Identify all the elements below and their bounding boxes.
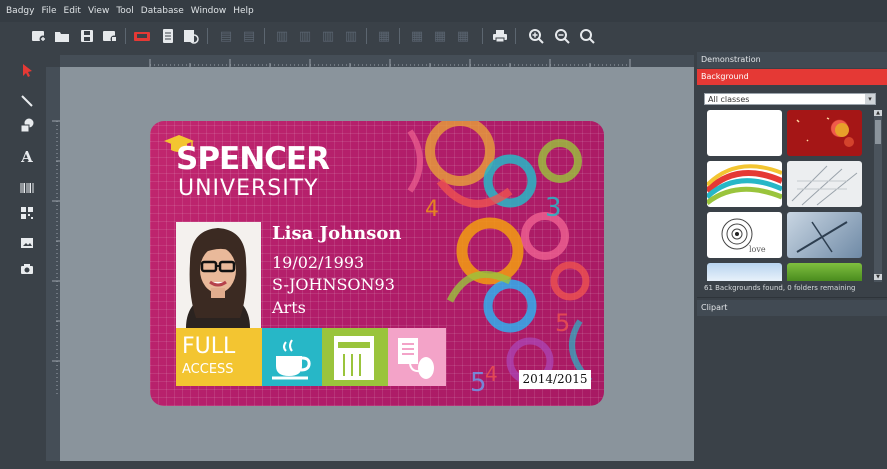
coffee-cup-icon: [272, 339, 311, 380]
send-back-icon[interactable]: ▦: [431, 27, 449, 45]
save-icon[interactable]: [78, 27, 96, 45]
access-tile-text-full: FULL: [182, 334, 236, 359]
scroll-down-icon[interactable]: ▼: [874, 274, 882, 280]
align-middle-icon[interactable]: ▥: [296, 27, 314, 45]
background-thumbnail[interactable]: [787, 263, 862, 281]
new-card-icon[interactable]: [30, 27, 48, 45]
svg-text:5: 5: [555, 309, 570, 337]
zoom-in-icon[interactable]: [527, 27, 545, 45]
background-thumbnail[interactable]: love: [707, 212, 782, 258]
access-tile-copier: [322, 328, 388, 386]
background-thumbnail[interactable]: [787, 161, 862, 207]
print-icon[interactable]: [491, 27, 509, 45]
align-top-icon[interactable]: ▥: [273, 27, 291, 45]
menu-help[interactable]: Help: [233, 6, 254, 16]
align-right-icon[interactable]: ▤: [240, 27, 258, 45]
menu-view[interactable]: View: [88, 6, 109, 16]
barcode-icon[interactable]: [16, 178, 38, 198]
panel-header-demonstration[interactable]: Demonstration: [697, 52, 887, 68]
vertical-ruler[interactable]: [46, 67, 60, 461]
main-toolbar: ▤ ▤ ▥ ▥ ▥ ▥ ▦ ▦ ▦ ▦: [0, 22, 697, 50]
database-icon[interactable]: [182, 27, 200, 45]
chevron-down-icon[interactable]: ▾: [865, 94, 875, 104]
cardholder-dob: 19/02/1993: [272, 253, 365, 272]
access-tile-full: FULL ACCESS: [176, 328, 262, 386]
cardholder-faculty: Arts: [272, 298, 306, 317]
panel-header-background[interactable]: Background: [697, 69, 887, 85]
panel-header-clipart[interactable]: Clipart: [697, 300, 887, 316]
align-bottom-icon[interactable]: ▥: [319, 27, 337, 45]
menu-window[interactable]: Window: [191, 6, 227, 16]
panel-divider: [697, 297, 887, 298]
svg-text:3: 3: [545, 193, 562, 223]
distribute-icon[interactable]: ▦: [375, 27, 393, 45]
open-folder-icon[interactable]: [53, 27, 71, 45]
student-photo[interactable]: [176, 222, 261, 328]
select-arrow-icon[interactable]: [16, 60, 38, 80]
align-left-icon[interactable]: ▤: [217, 27, 235, 45]
backgrounds-status-text: 61 Backgrounds found, 0 folders remainin…: [704, 284, 856, 292]
print-card-icon[interactable]: [133, 27, 151, 45]
camera-icon[interactable]: [16, 259, 38, 279]
computer-access-icon: [398, 338, 434, 379]
class-filter-value: All classes: [708, 95, 750, 104]
svg-text:4: 4: [425, 197, 439, 222]
cardholder-username: S-JOHNSON93: [272, 275, 395, 294]
horizontal-ruler[interactable]: [60, 55, 694, 67]
cardholder-name: Lisa Johnson: [272, 223, 402, 244]
menu-bar: Badgy File Edit View Tool Database Windo…: [0, 0, 887, 22]
zoom-out-icon[interactable]: [553, 27, 571, 45]
menu-tool[interactable]: Tool: [116, 6, 133, 16]
access-tile-text-access: ACCESS: [182, 362, 234, 377]
save-as-icon[interactable]: [101, 27, 119, 45]
copier-icon: [334, 336, 374, 380]
university-name-line1: SPENCER: [176, 141, 330, 177]
svg-text:love: love: [749, 245, 766, 254]
shapes-icon[interactable]: [16, 115, 38, 135]
menu-database[interactable]: Database: [141, 6, 184, 16]
background-thumbnail[interactable]: [787, 212, 862, 258]
access-tile-coffee: [262, 328, 322, 386]
access-tile-computer: [388, 328, 446, 386]
menu-file[interactable]: File: [41, 6, 56, 16]
scroll-thumb[interactable]: [875, 120, 881, 144]
line-icon[interactable]: [16, 91, 38, 111]
zoom-fit-icon[interactable]: [578, 27, 596, 45]
bring-front-icon[interactable]: ▦: [408, 27, 426, 45]
background-thumbnail[interactable]: [707, 110, 782, 156]
academic-year-badge: 2014/2015: [519, 370, 591, 389]
menu-edit[interactable]: Edit: [64, 6, 81, 16]
qr-code-icon[interactable]: [16, 203, 38, 223]
text-icon[interactable]: A: [16, 147, 38, 167]
align-center-icon[interactable]: ▥: [342, 27, 360, 45]
background-thumbnail[interactable]: [707, 161, 782, 207]
id-card-design[interactable]: 5 4 3 4 5 SPENCER UNIVERSITY Lisa Johnso…: [150, 121, 604, 406]
menu-badgy[interactable]: Badgy: [6, 6, 34, 16]
scroll-up-icon[interactable]: ▲: [874, 110, 882, 116]
single-card-icon[interactable]: [159, 27, 177, 45]
class-filter-select[interactable]: All classes ▾: [704, 93, 876, 105]
image-icon[interactable]: [16, 233, 38, 253]
background-thumbnail[interactable]: [787, 110, 862, 156]
background-thumbnail[interactable]: [707, 263, 782, 281]
university-name-line2: UNIVERSITY: [178, 176, 319, 201]
svg-text:4: 4: [485, 362, 498, 386]
thumbnail-scrollbar[interactable]: ▲ ▼: [874, 110, 882, 282]
group-icon[interactable]: ▦: [454, 27, 472, 45]
